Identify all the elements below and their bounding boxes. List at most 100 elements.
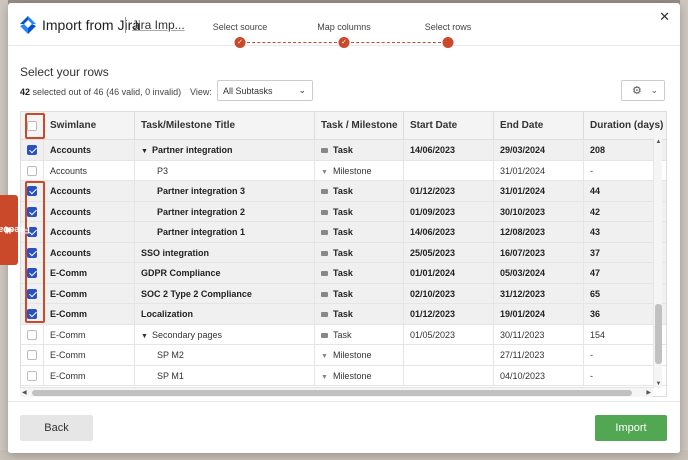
- title-separator: [125, 17, 126, 33]
- task-icon: [321, 189, 328, 195]
- chevron-down-icon: ⌄: [650, 85, 658, 95]
- title-text: Localization: [141, 309, 194, 319]
- start-date-cell: 02/10/2023: [404, 283, 494, 304]
- table-row[interactable]: E-Comm SP M1 ▼ Milestone 04/10/2023-: [21, 365, 666, 386]
- row-checkbox[interactable]: [27, 350, 37, 360]
- view-select[interactable]: All Subtasks ⌄: [217, 80, 313, 101]
- scroll-thumb[interactable]: [32, 390, 632, 396]
- title-text: GDPR Compliance: [141, 268, 221, 278]
- type-text: Milestone: [332, 165, 372, 176]
- title-cell: P3: [135, 160, 315, 181]
- table-row[interactable]: E-Comm SP M2 ▼ Milestone 27/11/2023-: [21, 345, 666, 366]
- end-date-cell: 29/03/2024: [494, 140, 584, 160]
- type-text: Task: [333, 145, 353, 155]
- type-cell: Task: [315, 242, 404, 263]
- table-row[interactable]: Accounts ▼ Partner integration Task 14/06/20…: [21, 140, 666, 161]
- row-checkbox[interactable]: [27, 370, 37, 381]
- column-header[interactable]: End Date: [494, 112, 584, 140]
- title-cell: Partner integration 2: [135, 201, 315, 222]
- start-date-cell: 01/01/2024: [404, 263, 494, 283]
- type-text: Task: [333, 247, 353, 258]
- table-row[interactable]: E-Comm SOC 2 Type 2 Compliance Task 02/10/2…: [21, 283, 666, 304]
- swimlane-cell: Accounts: [44, 242, 135, 263]
- title-text: Secondary pages: [151, 329, 222, 340]
- scroll-thumb[interactable]: [655, 304, 662, 364]
- feedback-tab[interactable]: ◀ Feedback: [0, 195, 30, 265]
- table-row[interactable]: E-Comm GDPR Compliance Task 01/01/2024 05/03…: [21, 263, 666, 284]
- row-select-cell: [21, 324, 44, 345]
- start-date-cell: 01/09/2023: [404, 201, 494, 222]
- title-text: Partner integration 2: [157, 206, 246, 217]
- column-header[interactable]: Task / Milestone: [315, 112, 404, 140]
- column-header[interactable]: Duration (days): [584, 112, 666, 140]
- table-row[interactable]: Accounts Partner integration 1 Task 14/06/2…: [21, 222, 666, 243]
- table-row[interactable]: Accounts P3 ▼ Milestone 31/01/2024-: [21, 160, 666, 181]
- row-checkbox[interactable]: [27, 165, 37, 176]
- column-header[interactable]: Start Date: [404, 112, 494, 140]
- scroll-up-icon[interactable]: ▲: [654, 139, 663, 145]
- swimlane-cell: Accounts: [44, 181, 135, 201]
- table-row[interactable]: E-Comm ▼ Secondary pages Task 01/05/2023 30/1…: [21, 324, 666, 345]
- selection-count: 42 selected out of 46 (46 valid, 0 inval…: [20, 87, 182, 97]
- type-text: Task: [333, 268, 353, 278]
- title-cell: SP M1: [135, 365, 315, 386]
- import-button[interactable]: Import: [595, 415, 667, 441]
- table-row[interactable]: Accounts Partner integration 3 Task 01/12/2…: [21, 181, 666, 202]
- expand-caret-icon[interactable]: ▼: [141, 327, 148, 345]
- task-icon: [321, 271, 328, 277]
- highlight-select-all: [25, 113, 45, 139]
- column-settings-button[interactable]: ⚙ ⌄: [621, 80, 665, 101]
- start-date-cell: [404, 365, 494, 386]
- type-cell: Task: [315, 181, 404, 201]
- column-header[interactable]: Task/Milestone Title: [135, 112, 315, 140]
- end-date-cell: 30/11/2023: [494, 324, 584, 345]
- source-link[interactable]: Jira Imp...: [132, 18, 185, 32]
- rows-table: Swimlane Task/Milestone Title Task / Mil…: [20, 111, 667, 397]
- dialog-footer: Back Import: [8, 401, 680, 453]
- dialog-header: Import from Jira Jira Imp... ✕ Select so…: [8, 3, 680, 48]
- end-date-cell: 19/01/2024: [494, 304, 584, 324]
- title-cell: SP M2: [135, 345, 315, 365]
- type-text: Task: [333, 227, 353, 237]
- task-icon: [321, 209, 328, 215]
- title-text: Partner integration: [151, 145, 233, 155]
- scroll-right-icon[interactable]: ▶: [646, 388, 651, 398]
- horizontal-scrollbar[interactable]: ◀ ▶: [20, 387, 653, 397]
- type-text: Milestone: [332, 350, 372, 360]
- stepper: Select source Map columns Select rows ✓ …: [207, 22, 474, 48]
- title-text: P3: [157, 165, 169, 176]
- step-current-dot: [442, 37, 454, 48]
- milestone-icon: ▼: [321, 353, 328, 360]
- type-cell: Task: [315, 201, 404, 222]
- end-date-cell: 27/11/2023: [494, 345, 584, 365]
- scroll-left-icon[interactable]: ◀: [22, 388, 27, 398]
- swimlane-cell: E-Comm: [44, 345, 135, 365]
- title-text: SSO integration: [141, 247, 210, 258]
- type-text: Task: [333, 206, 353, 217]
- title-cell: GDPR Compliance: [135, 263, 315, 283]
- gear-icon: ⚙: [632, 85, 642, 97]
- row-checkbox[interactable]: [27, 145, 37, 155]
- row-select-cell: [21, 345, 44, 365]
- task-icon: [321, 230, 328, 236]
- step-connector: [247, 42, 337, 43]
- type-cell: Task: [315, 283, 404, 304]
- scroll-down-icon[interactable]: ▼: [654, 381, 663, 387]
- end-date-cell: 31/12/2023: [494, 283, 584, 304]
- expand-caret-icon[interactable]: ▼: [141, 142, 148, 160]
- table-row[interactable]: E-Comm Localization Task 01/12/2023 19/01/20…: [21, 304, 666, 325]
- end-date-cell: 05/03/2024: [494, 263, 584, 283]
- back-button[interactable]: Back: [20, 415, 93, 441]
- type-text: Milestone: [332, 370, 372, 381]
- table-row[interactable]: Accounts Partner integration 2 Task 01/09/2…: [21, 201, 666, 222]
- close-icon[interactable]: ✕: [659, 9, 670, 25]
- title-cell: ▼ Secondary pages: [135, 324, 315, 345]
- vertical-scrollbar[interactable]: ▲ ▼: [653, 138, 662, 388]
- row-checkbox[interactable]: [27, 329, 37, 340]
- section-title: Select your rows: [20, 65, 109, 79]
- table-row[interactable]: Accounts SSO integration Task 25/05/2023 16/…: [21, 242, 666, 263]
- row-select-cell: [21, 160, 44, 181]
- title-text: SOC 2 Type 2 Compliance: [141, 288, 252, 299]
- end-date-cell: 31/01/2024: [494, 160, 584, 181]
- column-header[interactable]: Swimlane: [44, 112, 135, 140]
